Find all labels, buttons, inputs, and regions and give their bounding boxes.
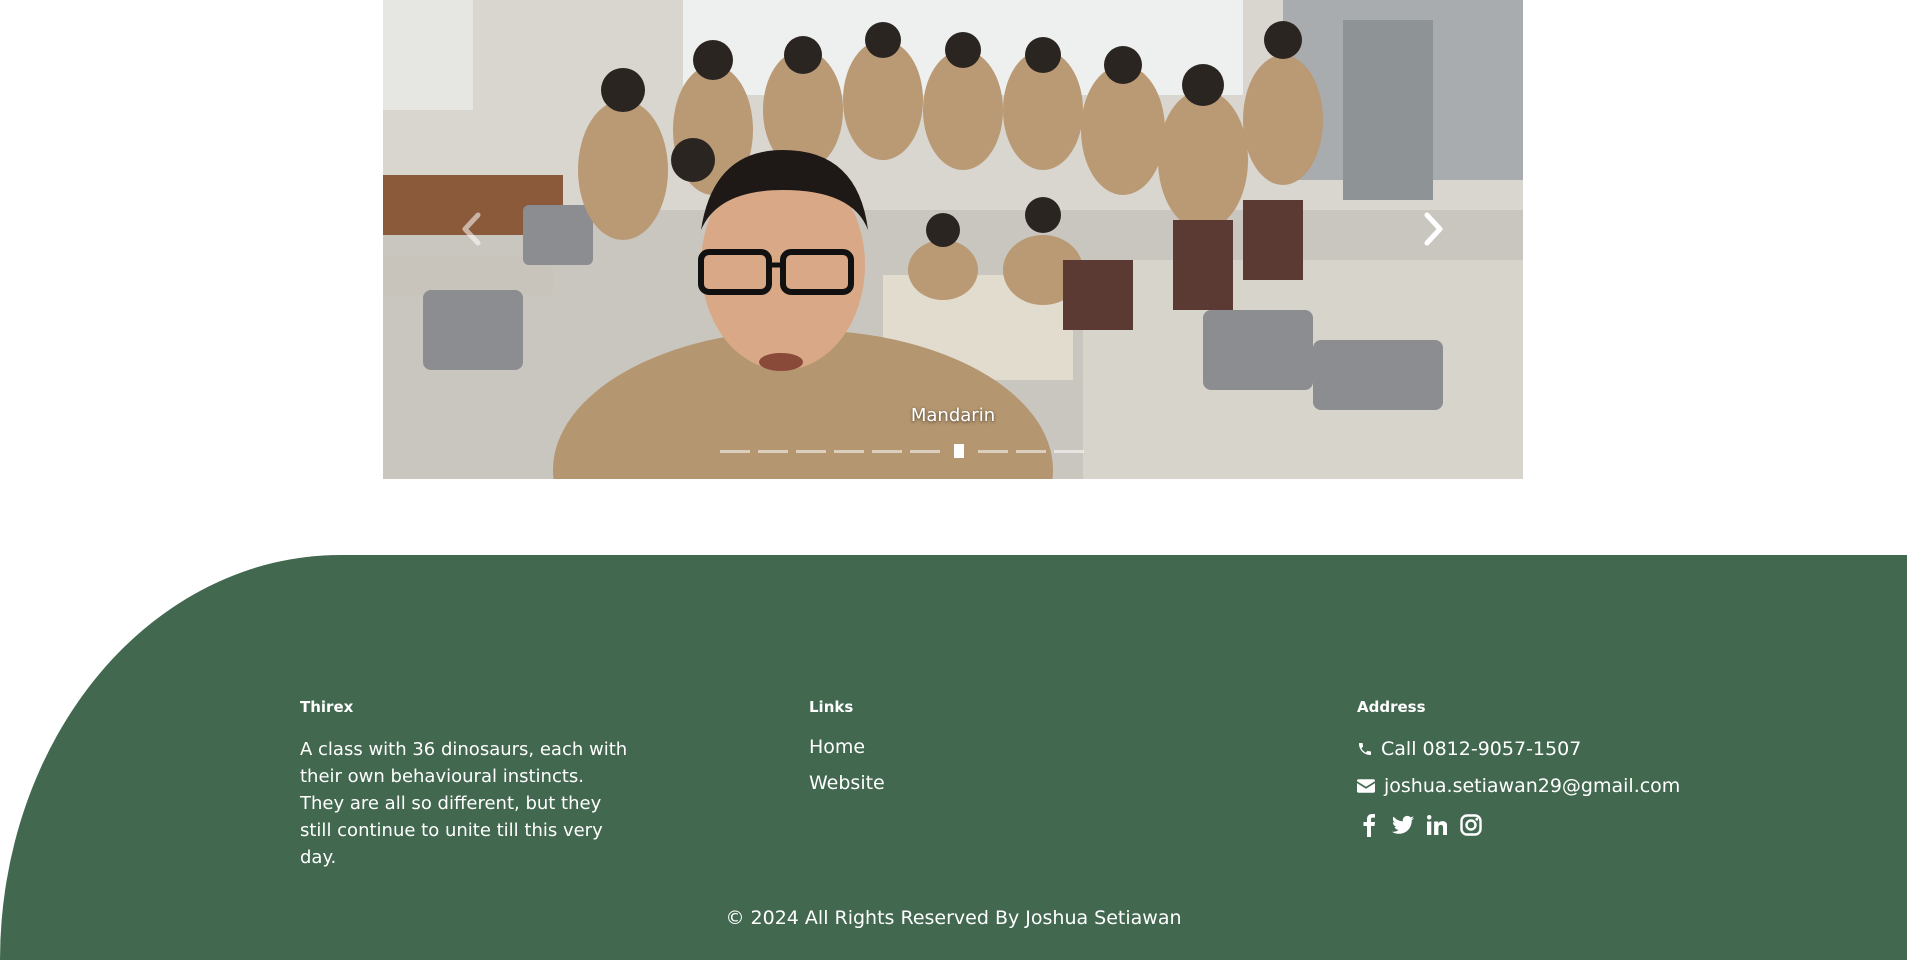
carousel-indicators [720,443,1084,459]
carousel-indicator[interactable] [910,449,940,453]
carousel-indicator[interactable] [834,449,864,453]
page: Mandarin Thirex A class with 36 dinosaur… [0,0,1907,960]
footer-about-section: Thirex A class with 36 dinosaurs, each w… [300,698,630,871]
carousel-indicator-active[interactable] [954,444,964,458]
footer-address-section: Address Call 0812-9057-1507 joshua.setia… [1357,698,1757,838]
footer-phone-text[interactable]: Call 0812-9057-1507 [1381,738,1581,760]
footer-email[interactable]: joshua.setiawan29@gmail.com [1357,773,1757,798]
carousel-indicator[interactable] [1054,449,1084,453]
linkedin-icon[interactable] [1425,812,1449,838]
footer-about-heading: Thirex [300,698,354,716]
footer-link-home[interactable]: Home [809,736,1009,758]
footer-phone[interactable]: Call 0812-9057-1507 [1357,736,1757,761]
footer-copyright: © 2024 All Rights Reserved By Joshua Set… [725,907,1182,929]
carousel-next-button[interactable] [1412,207,1456,251]
footer-social-links [1357,812,1757,838]
carousel-indicator[interactable] [978,449,1008,453]
carousel-indicator[interactable] [720,449,750,453]
footer-links-heading: Links [809,698,854,716]
facebook-icon[interactable] [1357,812,1381,838]
image-carousel: Mandarin [383,0,1523,479]
carousel-caption: Mandarin [910,405,996,426]
footer-email-text[interactable]: joshua.setiawan29@gmail.com [1384,775,1680,797]
footer-links-section: Links Home Website [809,698,1009,808]
carousel-indicator[interactable] [1016,449,1046,453]
site-footer: Thirex A class with 36 dinosaurs, each w… [0,555,1907,960]
twitter-icon[interactable] [1391,812,1415,838]
footer-about-text: A class with 36 dinosaurs, each with the… [300,739,628,868]
phone-icon [1357,741,1381,757]
footer-address-heading: Address [1357,698,1426,716]
instagram-icon[interactable] [1459,812,1483,838]
carousel-indicator[interactable] [796,449,826,453]
chevron-right-icon [1423,212,1445,246]
carousel-indicator[interactable] [758,449,788,453]
carousel-prev-button[interactable] [449,207,493,251]
footer-link-website[interactable]: Website [809,772,1009,794]
envelope-icon [1357,778,1384,793]
chevron-left-icon [460,212,482,246]
carousel-indicator[interactable] [872,449,902,453]
